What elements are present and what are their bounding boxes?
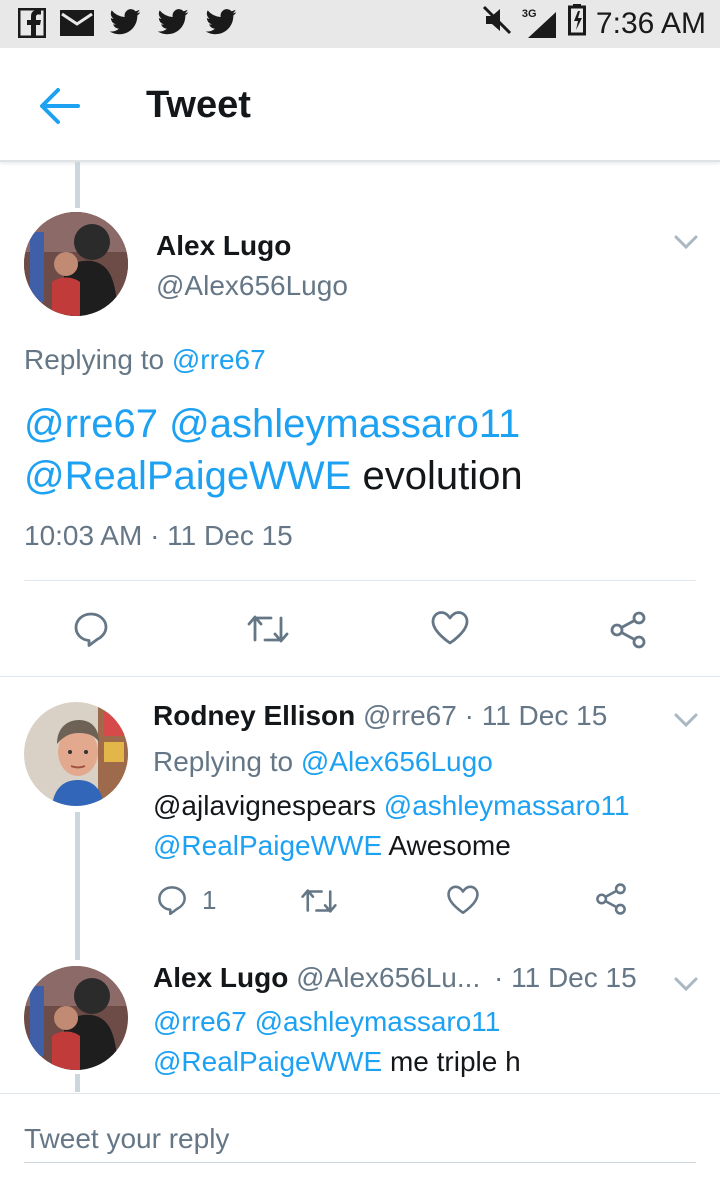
retweet-icon xyxy=(247,615,289,643)
thread-connector-top xyxy=(75,162,80,208)
reply-header: Rodney Ellison @rre67 · 11 Dec 15 xyxy=(153,700,607,732)
tweet-date[interactable]: · 11 Dec 15 xyxy=(465,700,608,731)
avatar[interactable] xyxy=(24,966,128,1070)
author-name[interactable]: Rodney Ellison xyxy=(153,700,355,731)
status-bar: 3G 7:36 AM xyxy=(0,0,720,48)
tweet-body: @ajlavignespears xyxy=(153,790,376,821)
like-button[interactable] xyxy=(430,610,470,651)
share-button[interactable] xyxy=(594,882,628,921)
author-name[interactable]: Alex Lugo xyxy=(156,230,291,262)
reply-icon xyxy=(158,886,186,916)
tweet-menu-button[interactable] xyxy=(672,232,700,252)
divider xyxy=(24,580,696,581)
twitter-icon xyxy=(204,9,238,42)
replying-to: Replying to @rre67 xyxy=(24,344,266,376)
network-type: 3G xyxy=(521,8,537,20)
like-button[interactable] xyxy=(446,884,480,921)
page-title: Tweet xyxy=(146,84,251,126)
replying-to-link[interactable]: @Alex656Lugo xyxy=(301,746,493,777)
mention-link[interactable]: @RealPaigeWWE xyxy=(153,1046,382,1077)
mention-link[interactable]: @ashleymassaro11 xyxy=(169,402,520,446)
heart-icon xyxy=(447,885,479,915)
tweet-menu-button[interactable] xyxy=(672,710,700,730)
signal-icon: 3G xyxy=(522,8,558,40)
reply-button[interactable] xyxy=(72,610,110,653)
chevron-down-icon xyxy=(674,713,698,728)
twitter-icon xyxy=(108,9,142,42)
tweet-body: me triple h xyxy=(389,1046,521,1077)
tweet-body: Awesome xyxy=(388,830,511,861)
avatar[interactable] xyxy=(24,212,128,316)
replying-to-link[interactable]: @rre67 xyxy=(172,344,266,375)
mention-link[interactable]: @RealPaigeWWE xyxy=(153,830,382,861)
share-button[interactable] xyxy=(608,610,648,655)
chevron-down-icon xyxy=(674,977,698,992)
author-handle[interactable]: @Alex656Lu... xyxy=(296,962,480,993)
tweet-timestamp[interactable]: 10:03 AM · 11 Dec 15 xyxy=(24,520,293,552)
tweet-text: @ajlavignespears @ashleymassaro11 @RealP… xyxy=(153,786,693,866)
tweet-body: evolution xyxy=(362,454,523,498)
tweet-text: @rre67 @ashleymassaro11 @RealPaigeWWE ev… xyxy=(24,398,694,502)
mention-link[interactable]: @ashleymassaro11 xyxy=(384,790,630,821)
thread-connector xyxy=(75,1074,80,1092)
replying-prefix: Replying to xyxy=(153,746,294,777)
replying-to: Replying to @Alex656Lugo xyxy=(153,746,493,778)
reply-button[interactable]: 1 xyxy=(156,884,216,916)
mail-icon xyxy=(60,10,94,41)
tweet-date[interactable]: · 11 Dec 15 xyxy=(494,962,637,993)
author-name[interactable]: Alex Lugo xyxy=(153,962,288,993)
reply-header: Alex Lugo @Alex656Lu... · 11 Dec 15 xyxy=(153,962,637,994)
mention-link[interactable]: @rre67 xyxy=(24,402,158,446)
reply-input[interactable] xyxy=(24,1116,696,1163)
twitter-icon xyxy=(156,9,190,42)
replying-prefix: Replying to xyxy=(24,344,165,375)
divider xyxy=(0,676,720,677)
back-button[interactable] xyxy=(38,84,82,128)
facebook-icon xyxy=(17,7,47,43)
author-handle[interactable]: @Alex656Lugo xyxy=(156,270,348,302)
share-icon xyxy=(596,883,626,915)
clock: 7:36 AM xyxy=(595,7,706,40)
retweet-icon xyxy=(301,889,337,913)
mention-link[interactable]: @ashleymassaro11 xyxy=(255,1006,501,1037)
heart-icon xyxy=(431,611,469,645)
battery-icon xyxy=(567,4,586,44)
tweet-menu-button[interactable] xyxy=(672,974,700,994)
retweet-button[interactable] xyxy=(246,612,290,651)
mention-link[interactable]: @rre67 xyxy=(153,1006,247,1037)
retweet-button[interactable] xyxy=(300,886,338,921)
avatar[interactable] xyxy=(24,702,128,806)
author-handle[interactable]: @rre67 xyxy=(363,700,457,731)
app-header: Tweet xyxy=(0,48,720,162)
system-icons: 3G 7:36 AM xyxy=(482,4,706,44)
notification-icons xyxy=(17,7,238,43)
tweet-text: @rre67 @ashleymassaro11 @RealPaigeWWE me… xyxy=(153,1002,693,1082)
mute-icon xyxy=(482,5,512,43)
thread-connector xyxy=(75,812,80,960)
mention-link[interactable]: @RealPaigeWWE xyxy=(24,454,351,498)
compose-reply-bar xyxy=(0,1093,720,1188)
reply-icon xyxy=(74,612,108,647)
share-icon xyxy=(610,611,646,649)
chevron-down-icon xyxy=(674,235,698,250)
reply-count: 1 xyxy=(202,884,217,915)
back-arrow-icon xyxy=(40,88,80,124)
